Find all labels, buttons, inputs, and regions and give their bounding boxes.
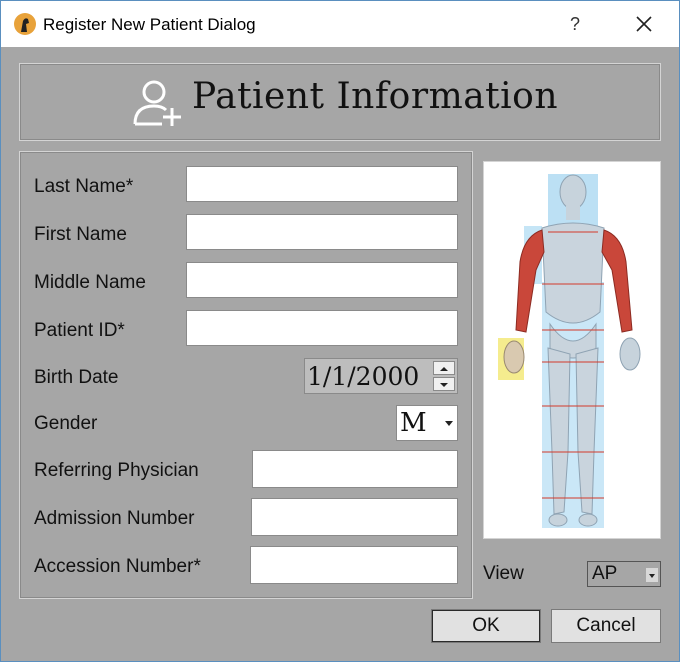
birth-date-picker[interactable]: 1/1/2000 bbox=[304, 358, 458, 394]
close-icon[interactable] bbox=[629, 9, 659, 39]
ok-button[interactable]: OK bbox=[431, 609, 541, 643]
accession-number-field[interactable] bbox=[250, 546, 458, 584]
cancel-button[interactable]: Cancel bbox=[551, 609, 661, 643]
view-value: AP bbox=[592, 563, 618, 584]
patient-id-label: Patient ID* bbox=[34, 320, 125, 341]
patient-form: Last Name* First Name Middle Name Patien… bbox=[19, 151, 473, 599]
birth-date-label: Birth Date bbox=[34, 367, 119, 388]
middle-name-field[interactable] bbox=[186, 262, 458, 298]
dropdown-arrow-icon bbox=[445, 421, 453, 426]
window-title: Register New Patient Dialog bbox=[43, 15, 256, 34]
accession-number-label: Accession Number* bbox=[34, 556, 201, 577]
referring-physician-field[interactable] bbox=[252, 450, 458, 488]
view-select[interactable]: AP bbox=[587, 561, 661, 587]
date-increment-button[interactable] bbox=[433, 361, 455, 375]
referring-physician-label: Referring Physician bbox=[34, 460, 199, 481]
last-name-field[interactable] bbox=[186, 166, 458, 202]
gender-select[interactable]: M bbox=[396, 405, 458, 441]
last-name-label: Last Name* bbox=[34, 176, 134, 197]
chevron-down-icon bbox=[440, 383, 448, 387]
add-user-icon bbox=[132, 78, 184, 128]
header-title: Patient Information bbox=[192, 76, 559, 117]
app-logo-icon bbox=[13, 12, 37, 36]
first-name-label: First Name bbox=[34, 224, 127, 245]
gender-label: Gender bbox=[34, 413, 98, 434]
view-label: View bbox=[483, 563, 524, 584]
patient-id-field[interactable] bbox=[186, 310, 458, 346]
chevron-up-icon bbox=[440, 367, 448, 371]
dropdown-arrow-icon bbox=[646, 568, 658, 582]
patient-info-header: Patient Information bbox=[19, 63, 661, 141]
gender-value: M bbox=[400, 408, 427, 438]
register-patient-dialog: Register New Patient Dialog ? Patient In… bbox=[0, 0, 680, 662]
first-name-field[interactable] bbox=[186, 214, 458, 250]
anatomy-image[interactable] bbox=[483, 161, 661, 539]
title-bar: Register New Patient Dialog ? bbox=[1, 1, 679, 47]
body-anatomy-figure bbox=[498, 174, 641, 528]
date-decrement-button[interactable] bbox=[433, 377, 455, 391]
middle-name-label: Middle Name bbox=[34, 272, 146, 293]
admission-number-label: Admission Number bbox=[34, 508, 195, 529]
birth-date-value: 1/1/2000 bbox=[307, 362, 420, 391]
admission-number-field[interactable] bbox=[251, 498, 458, 536]
help-button[interactable]: ? bbox=[561, 9, 589, 39]
